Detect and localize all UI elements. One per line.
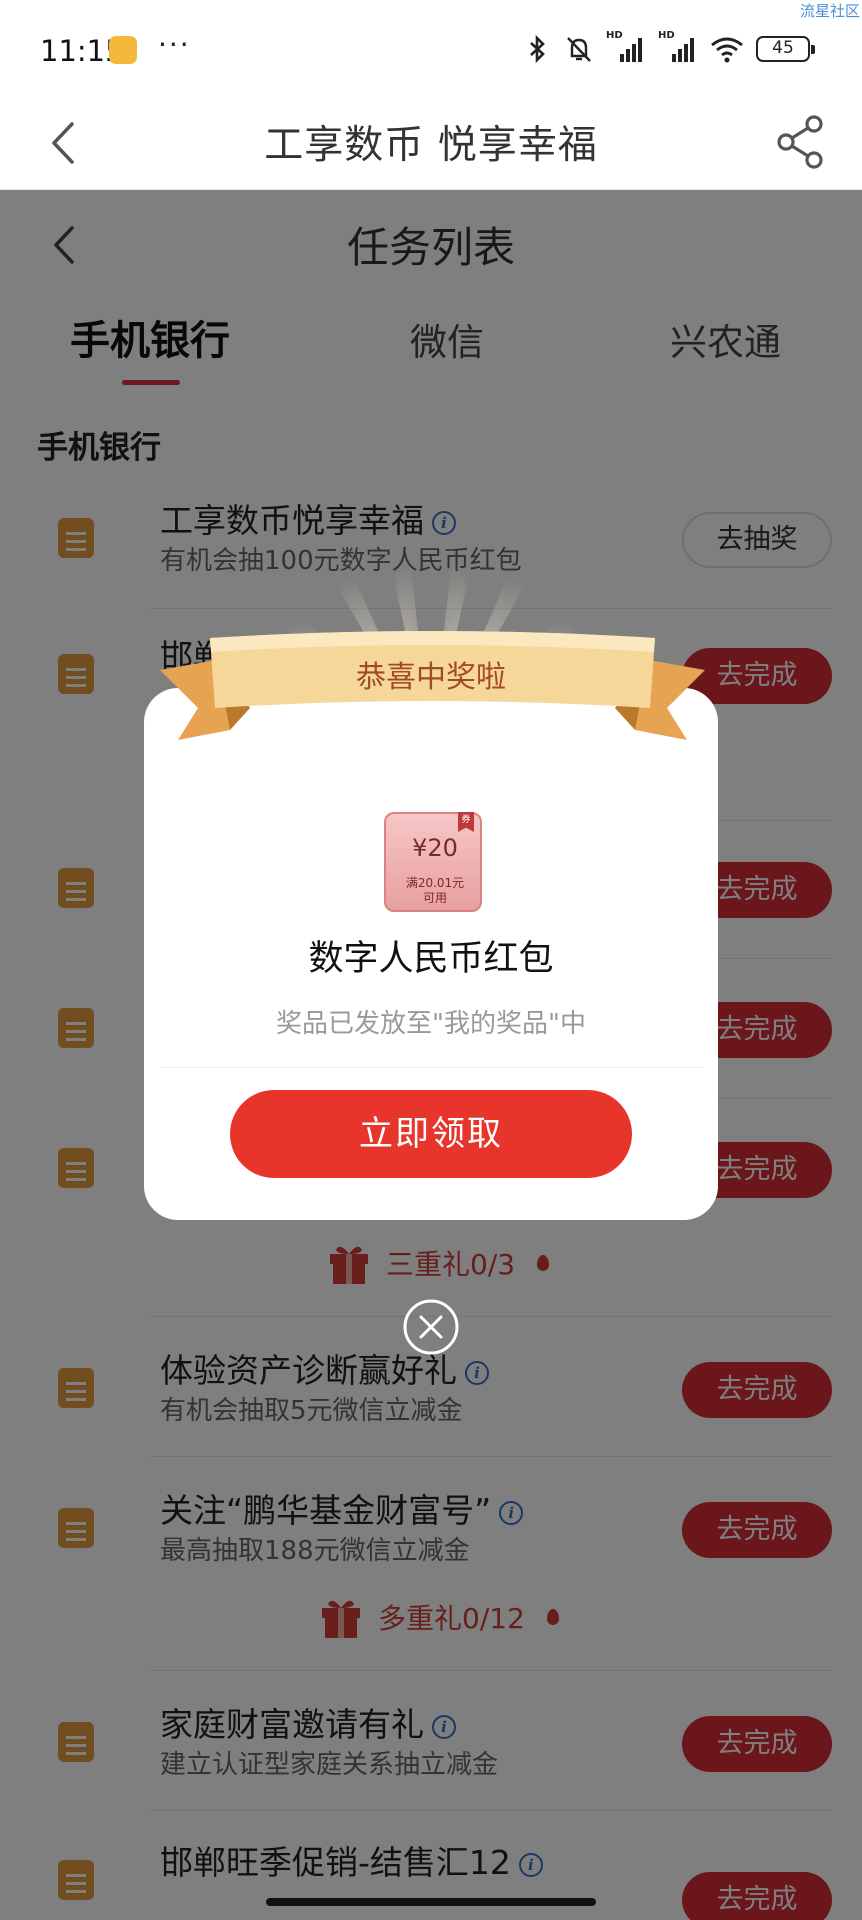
congrats-title: 恭喜中奖啦 [356, 660, 506, 695]
claim-now-button[interactable]: 立即领取 [230, 1090, 632, 1178]
bell-muted-icon [567, 37, 591, 62]
battery-indicator: 45 [756, 36, 815, 62]
share-icon[interactable] [774, 112, 828, 172]
wifi-icon [711, 37, 743, 63]
coupon-condition: 满20.01元 可用 [386, 876, 484, 906]
page-title: 工享数币 悦享幸福 [264, 123, 598, 168]
close-icon[interactable] [402, 1298, 460, 1356]
app-header: 工享数币 悦享幸福 [0, 100, 862, 190]
notes-app-icon [109, 36, 137, 64]
divider [160, 1067, 704, 1068]
prize-note: 奖品已发放至"我的奖品"中 [276, 1009, 586, 1039]
bluetooth-icon [530, 34, 545, 64]
coupon-tag: 券 [458, 812, 474, 832]
signal-icon-2: HD [658, 30, 698, 64]
watermark: 流星社区 [799, 2, 860, 20]
signal-hd-label-2: HD [658, 30, 675, 41]
status-icons: HD HD 45 [522, 30, 815, 64]
prize-name: 数字人民币红包 [308, 939, 554, 979]
more-notifications-icon: ··· [158, 28, 191, 61]
coupon-amount: ¥20 [412, 834, 458, 862]
status-bar: 11:15 ··· HD HD 45 流星社区 [0, 0, 862, 100]
signal-hd-label: HD [606, 30, 623, 41]
coupon-condition-line2: 可用 [422, 891, 447, 905]
home-indicator[interactable] [266, 1898, 596, 1906]
coupon-condition-line1: 满20.01元 [405, 876, 465, 890]
signal-icon: HD [606, 30, 646, 64]
coupon-image: 券 ¥20 满20.01元 可用 [384, 812, 482, 912]
